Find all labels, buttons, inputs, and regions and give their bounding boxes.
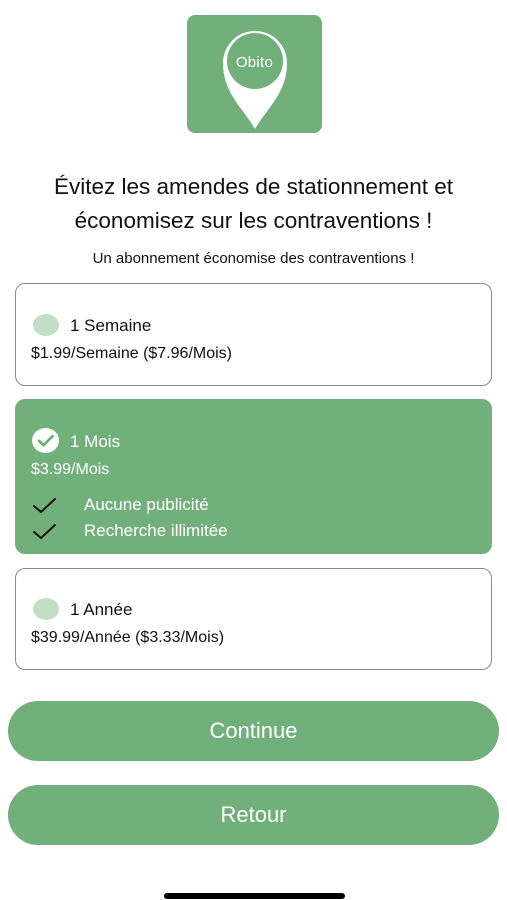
plan-price: $39.99/Année ($3.33/Mois) — [31, 629, 225, 646]
back-button[interactable]: Retour — [8, 785, 499, 845]
plan-name: 1 Année — [70, 600, 133, 619]
page-subtitle: Un abonnement économise des contraventio… — [92, 250, 415, 267]
page-title-line-1: Évitez les amendes de stationnement et — [54, 174, 453, 199]
page-title: Évitez les amendes de stationnement et é… — [0, 170, 507, 238]
checkmark-icon — [33, 498, 56, 513]
feature-label: Recherche illimitée — [84, 521, 228, 540]
radio-unselected-icon[interactable] — [33, 598, 59, 620]
plan-option-week[interactable]: 1 Semaine $1.99/Semaine ($7.96/Mois) — [15, 283, 492, 386]
continue-button[interactable]: Continue — [8, 701, 499, 761]
page-title-line-2: économisez sur les contraventions ! — [74, 208, 433, 233]
plan-price: $3.99/Mois — [31, 461, 110, 478]
radio-unselected-icon[interactable] — [33, 314, 59, 336]
plan-name: 1 Mois — [70, 432, 121, 451]
plan-option-year[interactable]: 1 Année $39.99/Année ($3.33/Mois) — [15, 568, 492, 670]
logo-text: Obito — [235, 54, 274, 71]
home-indicator[interactable] — [164, 893, 345, 899]
app-logo: Obito — [187, 15, 322, 133]
check-circle-icon[interactable] — [32, 428, 59, 453]
checkmark-icon — [33, 524, 56, 539]
feature-item: Aucune publicité — [32, 495, 472, 519]
plan-name: 1 Semaine — [70, 316, 152, 335]
plan-price: $1.99/Semaine ($7.96/Mois) — [31, 345, 232, 362]
feature-label: Aucune publicité — [84, 495, 209, 514]
plan-option-month[interactable]: 1 Mois $3.99/Mois Aucune publicité Reche… — [15, 399, 492, 554]
feature-item: Recherche illimitée — [32, 521, 472, 545]
map-pin-icon — [223, 31, 287, 129]
